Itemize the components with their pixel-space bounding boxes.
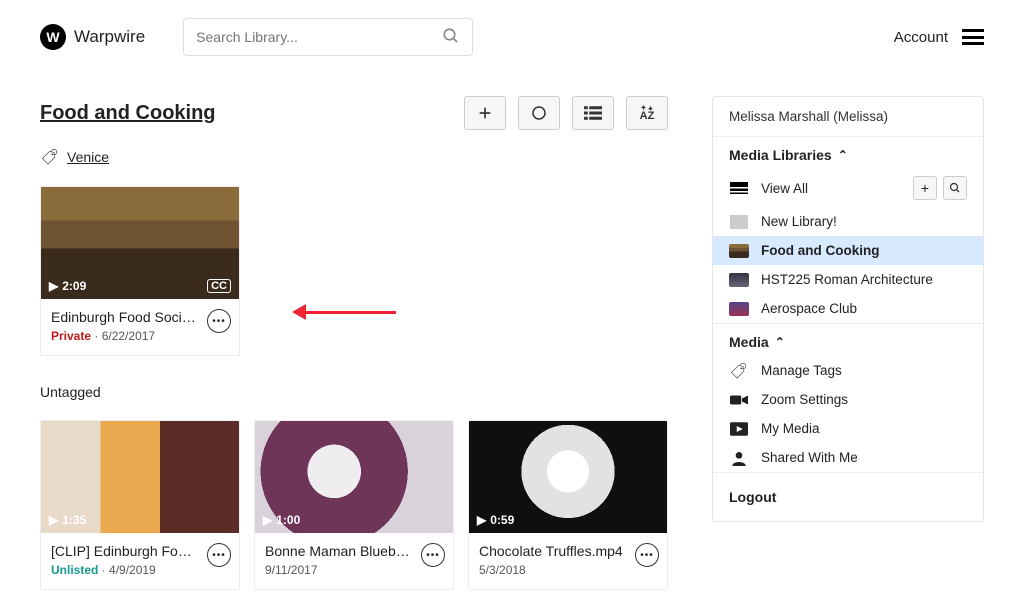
sidebar-media-header[interactable]: Media ⌃ [713,323,983,356]
search-library-button[interactable] [943,176,967,200]
more-options-button[interactable]: ••• [207,543,231,567]
search-input[interactable] [196,29,442,45]
sidebar-item-label: View All [761,181,808,196]
sidebar-item-manage-tags[interactable]: 🏷 Manage Tags [713,356,983,385]
video-thumbnail[interactable]: ▶ 1:35 [41,421,239,533]
more-options-button[interactable]: ••• [421,543,445,567]
stack-icon [729,181,749,195]
tag-filter-link[interactable]: Venice [67,149,109,165]
more-options-button[interactable]: ••• [207,309,231,333]
section-untagged-label: Untagged [40,384,668,400]
video-card[interactable]: ▶1:35 [CLIP] Edinburgh Fo… Unlisted · 4/… [40,420,240,590]
record-button[interactable] [518,96,560,130]
search-icon[interactable] [442,27,460,48]
sidebar-item-shared[interactable]: Shared With Me [713,443,983,472]
logout-button[interactable]: Logout [713,472,983,521]
duration-badge: ▶ 1:00 [263,513,300,527]
video-date: 9/11/2017 [265,563,318,577]
sidebar: Melissa Marshall (Melissa) Media Librari… [712,96,984,522]
duration-badge: ▶ 0:59 [477,513,514,527]
sidebar-item-label: New Library! [761,214,837,229]
video-title: [CLIP] Edinburgh Fo… [51,543,201,559]
play-icon: ▶ [263,513,272,527]
duration-badge: ▶ 1:35 [49,513,86,527]
sidebar-user: Melissa Marshall (Melissa) [729,109,967,124]
list-view-button[interactable] [572,96,614,130]
chevron-up-icon: ⌃ [838,148,848,162]
tag-icon: 🏷 [729,364,749,378]
cc-badge: CC [207,279,231,293]
hamburger-menu-icon[interactable] [962,29,984,45]
brand-badge-icon: W [40,24,66,50]
more-options-button[interactable]: ••• [635,543,659,567]
page-title[interactable]: Food and Cooking [40,102,216,125]
play-icon: ▶ [477,513,486,527]
brand-logo[interactable]: W Warpwire [40,24,145,50]
sort-button[interactable]: AZ [626,96,668,130]
search-input-wrap[interactable] [183,18,473,56]
chevron-up-icon: ⌃ [775,335,785,349]
brand-name: Warpwire [74,27,145,47]
video-duration: 0:59 [490,513,514,527]
sidebar-item-label: Zoom Settings [761,392,848,407]
video-thumbnail[interactable]: ▶ 2:09 CC [41,187,239,299]
video-card[interactable]: ▶ 0:59 Chocolate Truffles.mp4 5/3/2018 ••… [468,420,668,590]
video-duration: 2:09 [62,279,86,293]
sidebar-item-label: Food and Cooking [761,243,879,258]
video-duration: 1:35 [62,513,86,527]
video-thumbnail[interactable]: ▶ 0:59 [469,421,667,533]
video-date: 4/9/2019 [109,563,156,577]
video-title: Bonne Maman Blueb… [265,543,415,559]
library-thumb-icon [729,215,749,229]
play-icon: ▶ [49,513,58,527]
duration-badge: ▶ 2:09 [49,279,86,293]
video-card[interactable]: ▶ 1:00 Bonne Maman Blueb… 9/11/2017 ••• [254,420,454,590]
video-date: 6/22/2017 [102,329,155,343]
person-icon [729,451,749,465]
play-rect-icon [729,422,749,436]
tag-icon: 🏷 [41,147,59,166]
video-duration: 1:00 [276,513,300,527]
sidebar-item-label: My Media [761,421,820,436]
library-thumb-icon [729,244,749,258]
sidebar-libraries-header[interactable]: Media Libraries ⌃ [713,136,983,169]
sidebar-item-view-all[interactable]: View All + [713,169,983,207]
sidebar-item-label: HST225 Roman Architecture [761,272,933,287]
privacy-status: Private [51,329,91,343]
sidebar-item-new-library[interactable]: New Library! [713,207,983,236]
video-card[interactable]: ▶ 2:09 CC Edinburgh Food Soci… Private ·… [40,186,240,356]
add-library-button[interactable]: + [913,176,937,200]
sidebar-item-food-cooking[interactable]: Food and Cooking [713,236,983,265]
sidebar-item-label: Aerospace Club [761,301,857,316]
sidebar-item-my-media[interactable]: My Media [713,414,983,443]
sidebar-item-aerospace[interactable]: Aerospace Club [713,294,983,323]
video-title: Chocolate Truffles.mp4 [479,543,629,559]
camera-icon [729,393,749,407]
add-button[interactable] [464,96,506,130]
sidebar-item-label: Shared With Me [761,450,858,465]
sidebar-item-hst225[interactable]: HST225 Roman Architecture [713,265,983,294]
library-thumb-icon [729,302,749,316]
account-link[interactable]: Account [894,29,948,46]
sidebar-item-label: Manage Tags [761,363,842,378]
video-title: Edinburgh Food Soci… [51,309,201,325]
video-thumbnail[interactable]: ▶ 1:00 [255,421,453,533]
video-date: 5/3/2018 [479,563,526,577]
play-icon: ▶ [49,279,58,293]
sidebar-item-zoom-settings[interactable]: Zoom Settings [713,385,983,414]
library-thumb-icon [729,273,749,287]
privacy-status: Unlisted [51,563,98,577]
